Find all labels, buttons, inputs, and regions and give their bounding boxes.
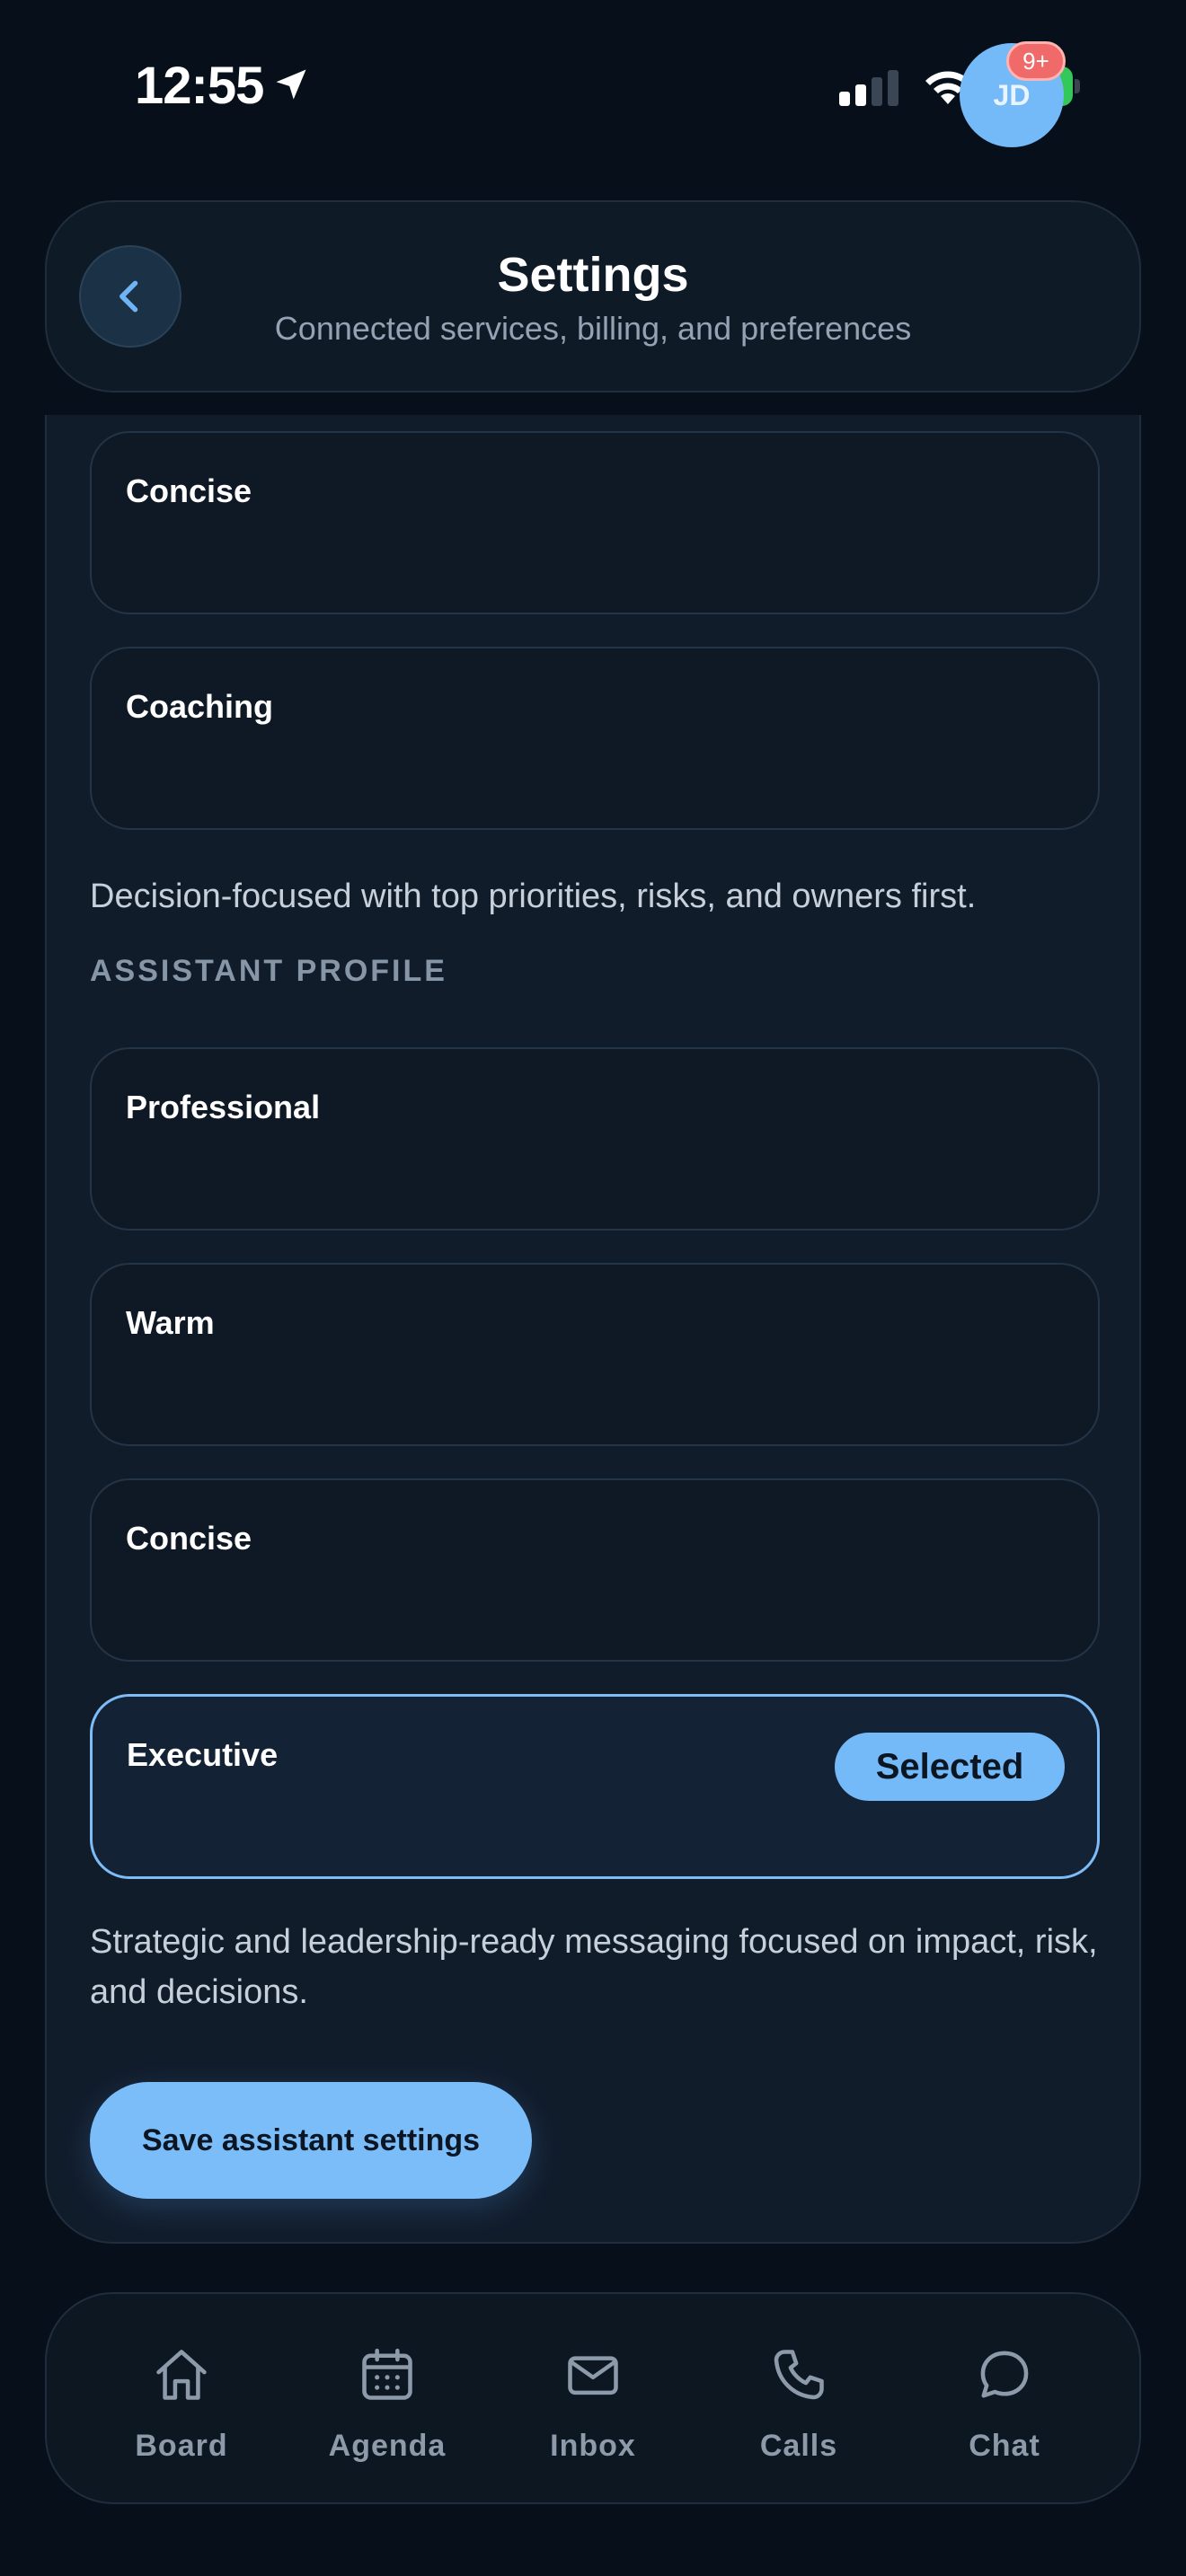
tab-label: Agenda <box>328 2429 447 2463</box>
battery-cap <box>1075 79 1080 93</box>
settings-content-card: Concise Coaching Decision-focused with t… <box>45 415 1141 2244</box>
tab-inbox[interactable]: Inbox <box>503 2344 683 2470</box>
assistant-profile-description: Strategic and leadership-ready messaging… <box>90 1923 1098 2011</box>
page-subtitle: Connected services, billing, and prefere… <box>274 310 912 347</box>
save-assistant-settings-button[interactable]: Save assistant settings <box>90 2082 532 2199</box>
summary-style-description: Decision-focused with top priorities, ri… <box>90 878 977 915</box>
tab-label: Chat <box>969 2429 1040 2463</box>
option-label: Executive <box>127 1736 279 1773</box>
tab-agenda[interactable]: Agenda <box>297 2344 477 2470</box>
profile-option-executive[interactable]: Executive Selected <box>90 1694 1100 1879</box>
summary-option-concise[interactable]: Concise <box>90 431 1100 614</box>
option-label: Warm <box>126 1304 215 1341</box>
location-arrow-icon <box>276 69 306 100</box>
option-label: Concise <box>126 1520 252 1557</box>
option-label: Professional <box>126 1089 321 1125</box>
cellular-signal-icon <box>839 70 898 106</box>
profile-option-professional[interactable]: Professional <box>90 1047 1100 1231</box>
option-label: Coaching <box>126 688 274 725</box>
tab-calls[interactable]: Calls <box>709 2344 889 2470</box>
mail-icon <box>568 2356 618 2395</box>
option-label: Concise <box>126 472 252 509</box>
profile-option-concise[interactable]: Concise <box>90 1478 1100 1662</box>
bottom-tab-bar: Board Agenda Inbox Calls Chat <box>45 2292 1141 2504</box>
tab-label: Calls <box>759 2429 838 2463</box>
notification-badge: 9+ <box>1006 41 1066 81</box>
section-heading-assistant-profile: ASSISTANT PROFILE <box>90 954 447 988</box>
profile-option-warm[interactable]: Warm <box>90 1263 1100 1446</box>
page-title: Settings <box>497 248 689 302</box>
chat-bubble-icon <box>980 2351 1029 2398</box>
header-bar: Settings Connected services, billing, an… <box>45 200 1141 393</box>
summary-option-coaching[interactable]: Coaching <box>90 647 1100 830</box>
phone-icon <box>774 2350 824 2400</box>
tab-chat[interactable]: Chat <box>915 2344 1094 2470</box>
settings-screen: 12:55 97⚡ Settings Connected services, b… <box>0 0 1186 2576</box>
calendar-icon <box>362 2348 412 2400</box>
tab-board[interactable]: Board <box>92 2344 271 2470</box>
tab-label: Board <box>135 2429 228 2463</box>
tab-label: Inbox <box>550 2429 636 2463</box>
home-icon <box>156 2350 207 2400</box>
status-time: 12:55 <box>135 57 264 115</box>
selected-badge: Selected <box>835 1733 1065 1801</box>
